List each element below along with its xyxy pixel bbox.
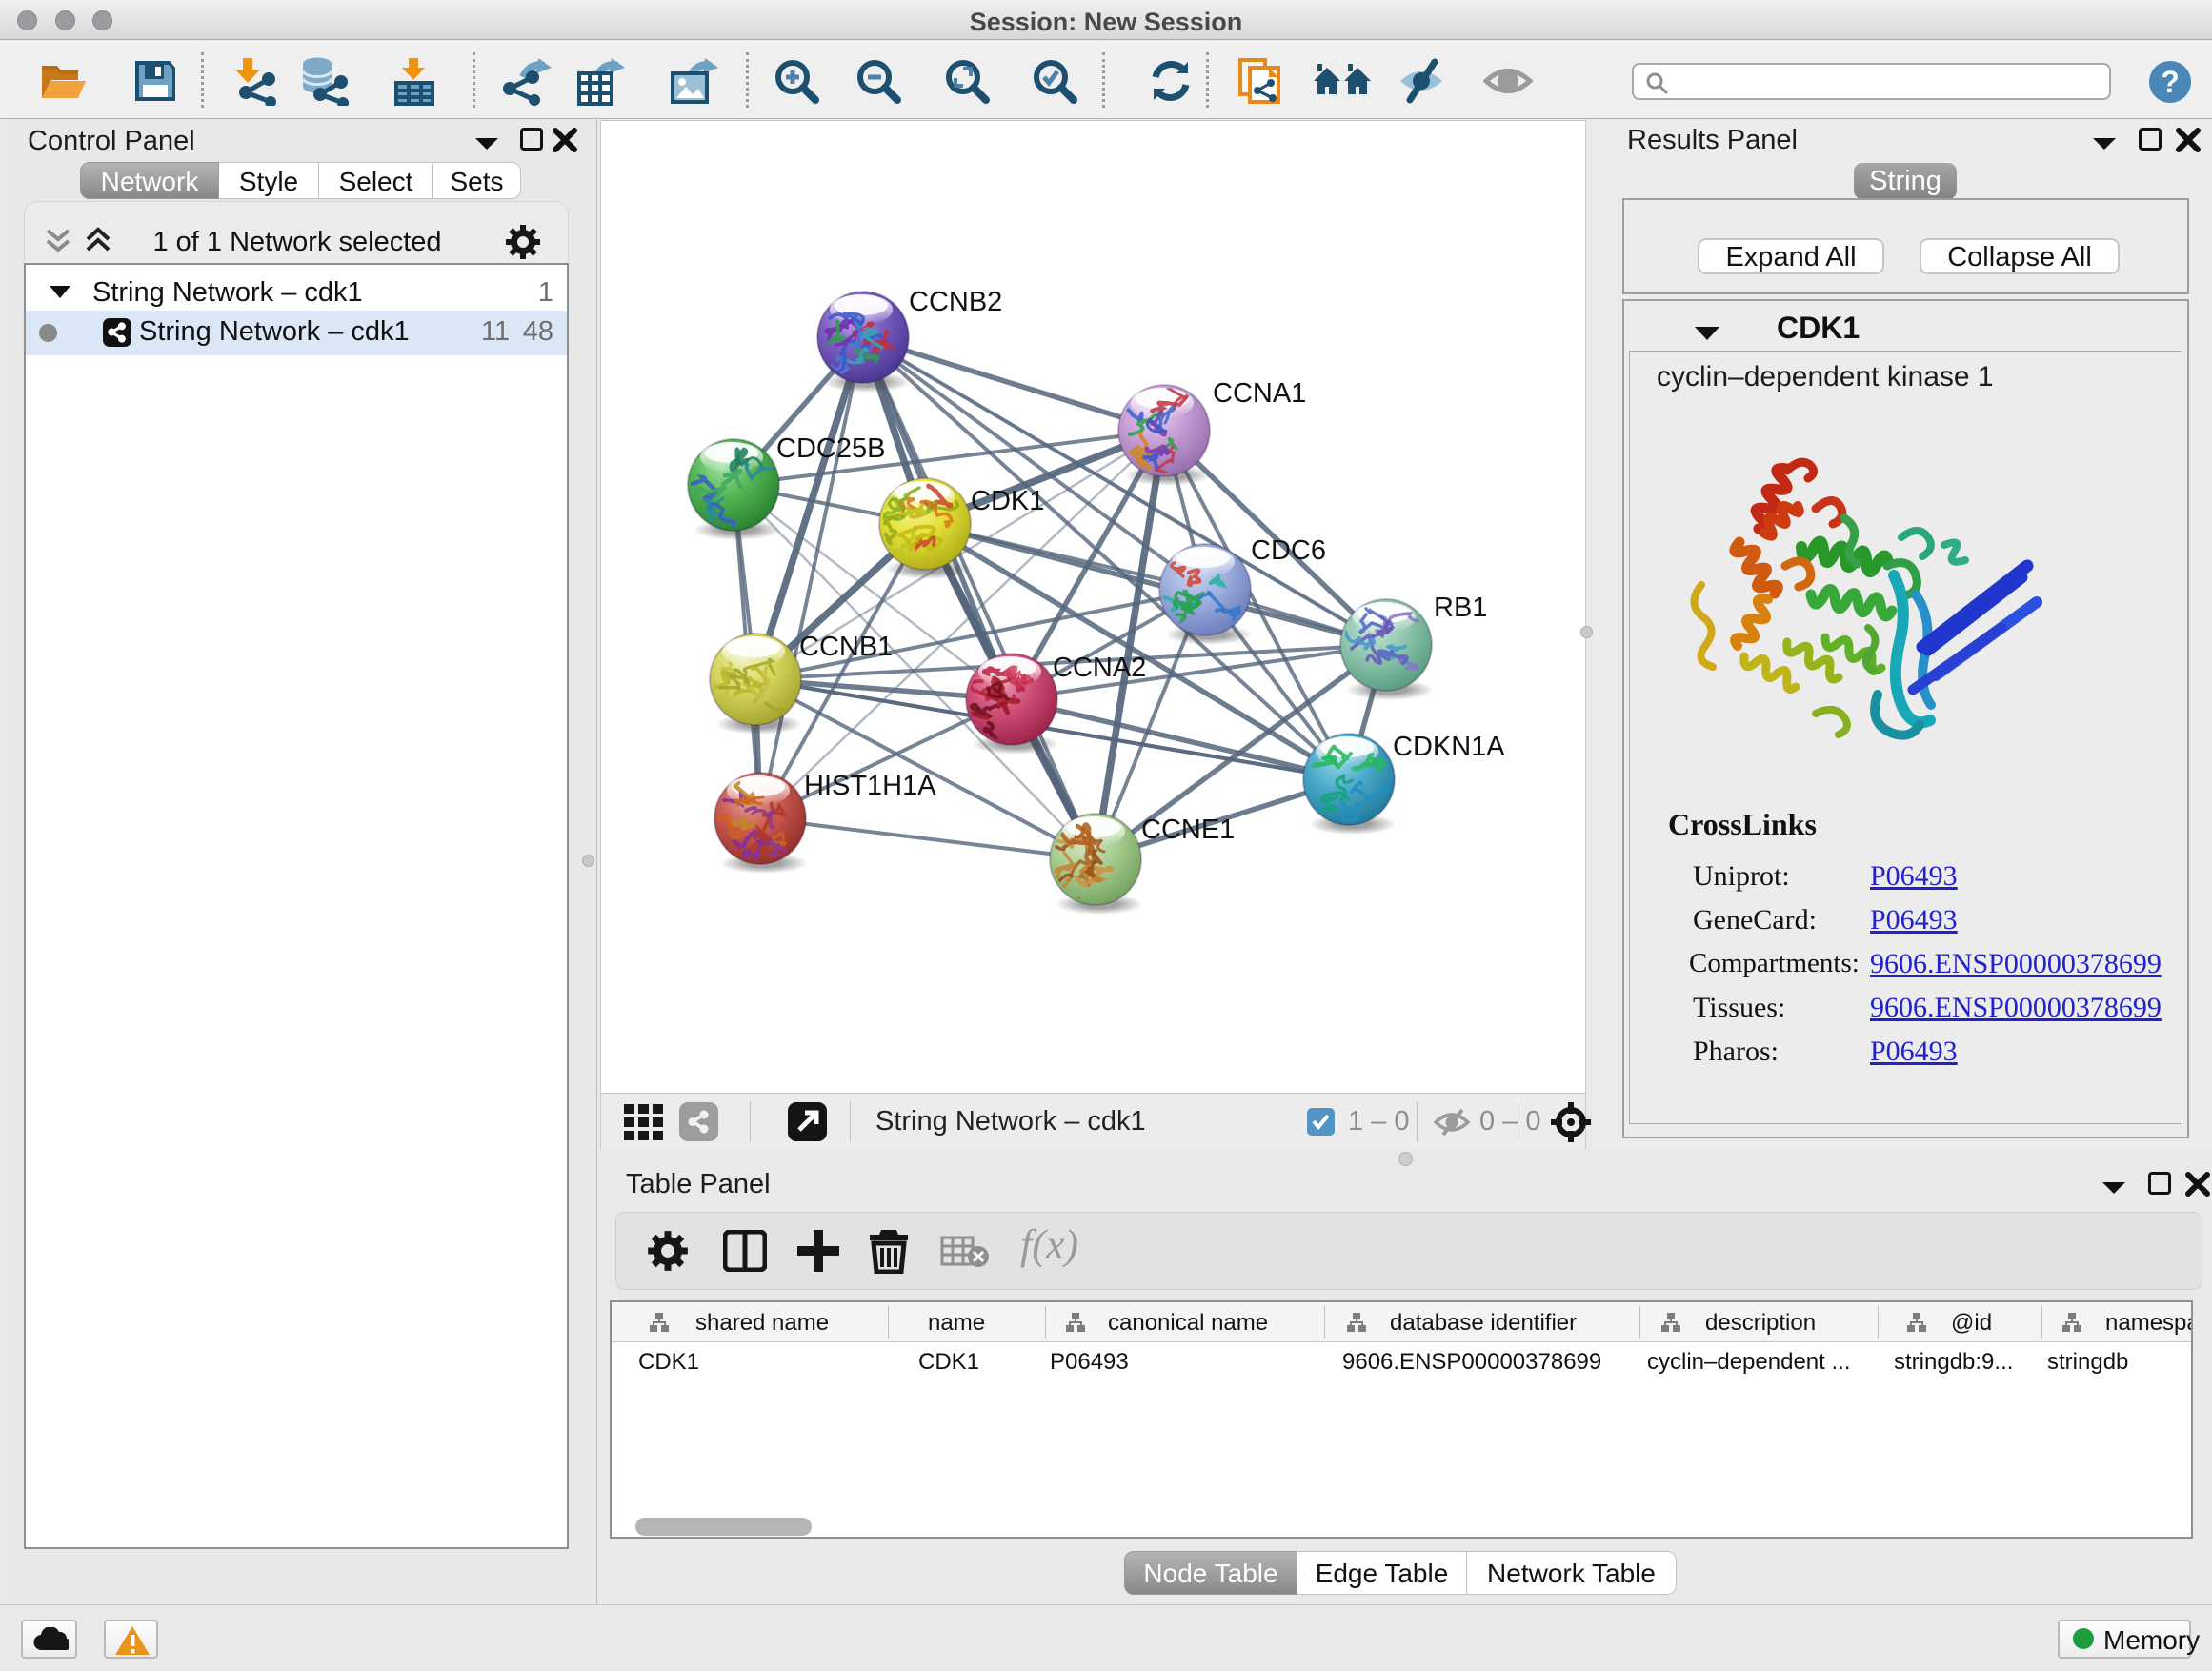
svg-text:CCNA1: CCNA1 (1213, 378, 1306, 409)
svg-text:CDKN1A: CDKN1A (1393, 732, 1505, 762)
svg-text:CCNB1: CCNB1 (799, 632, 893, 662)
svg-text:CDC25B: CDC25B (776, 433, 885, 464)
svg-text:CCNE1: CCNE1 (1141, 815, 1235, 845)
svg-text:CDC6: CDC6 (1251, 535, 1326, 566)
svg-text:HIST1H1A: HIST1H1A (804, 771, 936, 801)
svg-text:CCNA2: CCNA2 (1053, 653, 1146, 683)
svg-text:RB1: RB1 (1434, 593, 1487, 623)
svg-text:CCNB2: CCNB2 (909, 287, 1002, 317)
svg-text:CDK1: CDK1 (971, 486, 1044, 516)
